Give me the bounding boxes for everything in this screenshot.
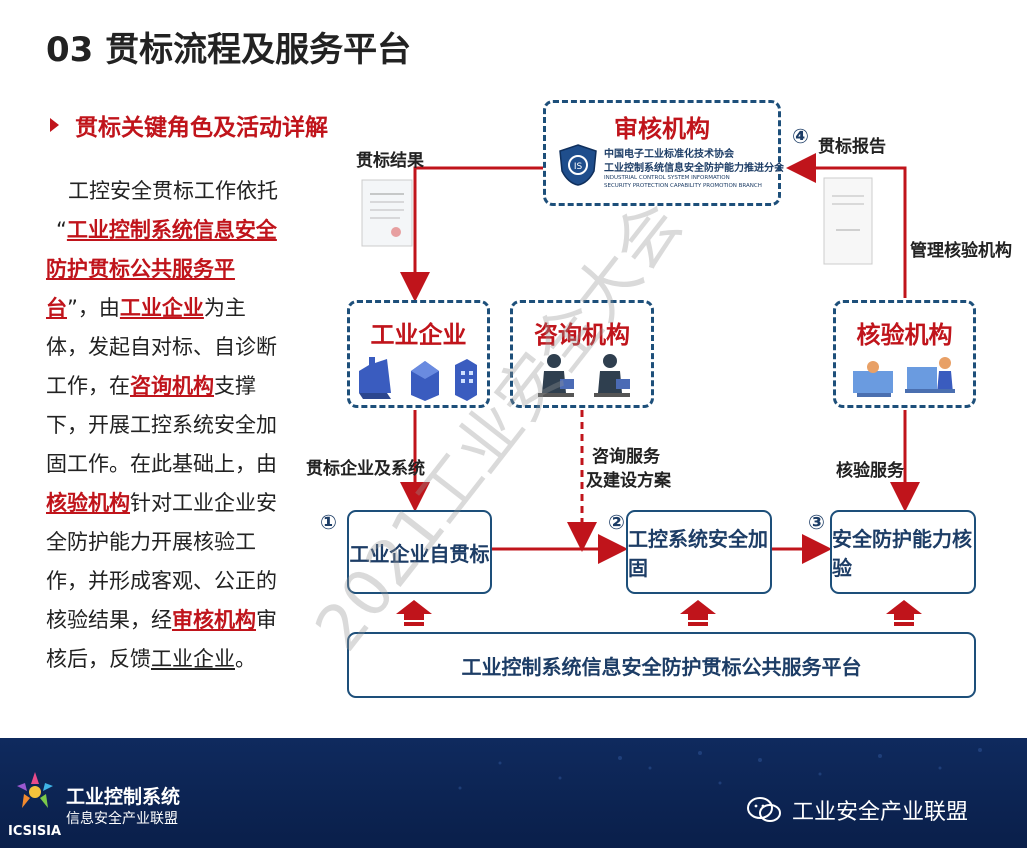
consult-box: 咨询机构	[510, 300, 654, 408]
step1-box: 工业企业自贯标	[347, 510, 492, 594]
verify-title: 核验机构	[856, 321, 953, 349]
report-document-icon	[823, 177, 873, 265]
step3-box: 安全防护能力核验	[830, 510, 976, 594]
audit-org-line3: INDUSTRIAL CONTROL SYSTEM INFORMATION	[604, 175, 730, 181]
step2-box: 工控系统安全加固	[626, 510, 772, 594]
enterprise-system-label: 贯标企业及系统	[306, 459, 425, 479]
consult-service-label-2: 及建设方案	[586, 471, 671, 491]
shield-icon: IS	[559, 144, 597, 186]
platform-up-arrows	[396, 600, 922, 626]
audit-org-line2: 工业控制系统信息安全防护能力推进分会	[604, 163, 784, 174]
wechat-icon	[747, 797, 781, 822]
consult-service-label-1: 咨询服务	[592, 447, 660, 467]
logo-text-line1: 工业控制系统	[66, 786, 181, 808]
verify-box: 核验机构	[833, 300, 976, 408]
step3-number: ③	[808, 510, 825, 534]
manage-label: 管理核验机构	[910, 241, 1012, 261]
report-label: 贯标报告	[818, 137, 886, 157]
consult-title: 咨询机构	[534, 321, 630, 349]
audit-org-line1: 中国电子工业标准化技术协会	[604, 149, 734, 160]
verify-service-label: 核验服务	[836, 461, 904, 481]
factory-icon	[359, 357, 477, 401]
diagram-connectors	[361, 153, 922, 626]
step4-number: ④	[792, 124, 809, 148]
logo-text-line2: 信息安全产业联盟	[66, 811, 178, 827]
enterprise-box: 工业企业	[347, 300, 490, 408]
consultant-icon	[538, 354, 630, 397]
wechat-name: 工业安全产业联盟	[792, 800, 969, 825]
document-icon	[361, 179, 413, 247]
arrow-audit-to-enterprise	[400, 166, 545, 302]
audit-org-box: 审核机构 IS 中国电子工业标准化技术协会 工业控制系统信息安全防护能力推进分会…	[543, 100, 784, 206]
enterprise-title: 工业企业	[370, 321, 467, 349]
audit-org-title: 审核机构	[614, 115, 710, 143]
logo-abbr: ICSISIA	[8, 824, 62, 839]
result-label: 贯标结果	[356, 151, 424, 171]
svg-text:IS: IS	[574, 162, 583, 172]
step2-number: ②	[608, 510, 625, 534]
verification-icon	[853, 357, 955, 397]
audit-org-line4: SECURITY PROTECTION CAPABILITY PROMOTION…	[604, 183, 762, 189]
step1-number: ①	[320, 510, 337, 534]
wechat-account[interactable]: 工业安全产业联盟	[746, 794, 968, 826]
footer-bar: ICSISIA 工业控制系统 信息安全产业联盟 工业安全产业联盟	[0, 738, 1027, 848]
service-platform-bar: 工业控制系统信息安全防护贯标公共服务平台	[347, 632, 976, 698]
